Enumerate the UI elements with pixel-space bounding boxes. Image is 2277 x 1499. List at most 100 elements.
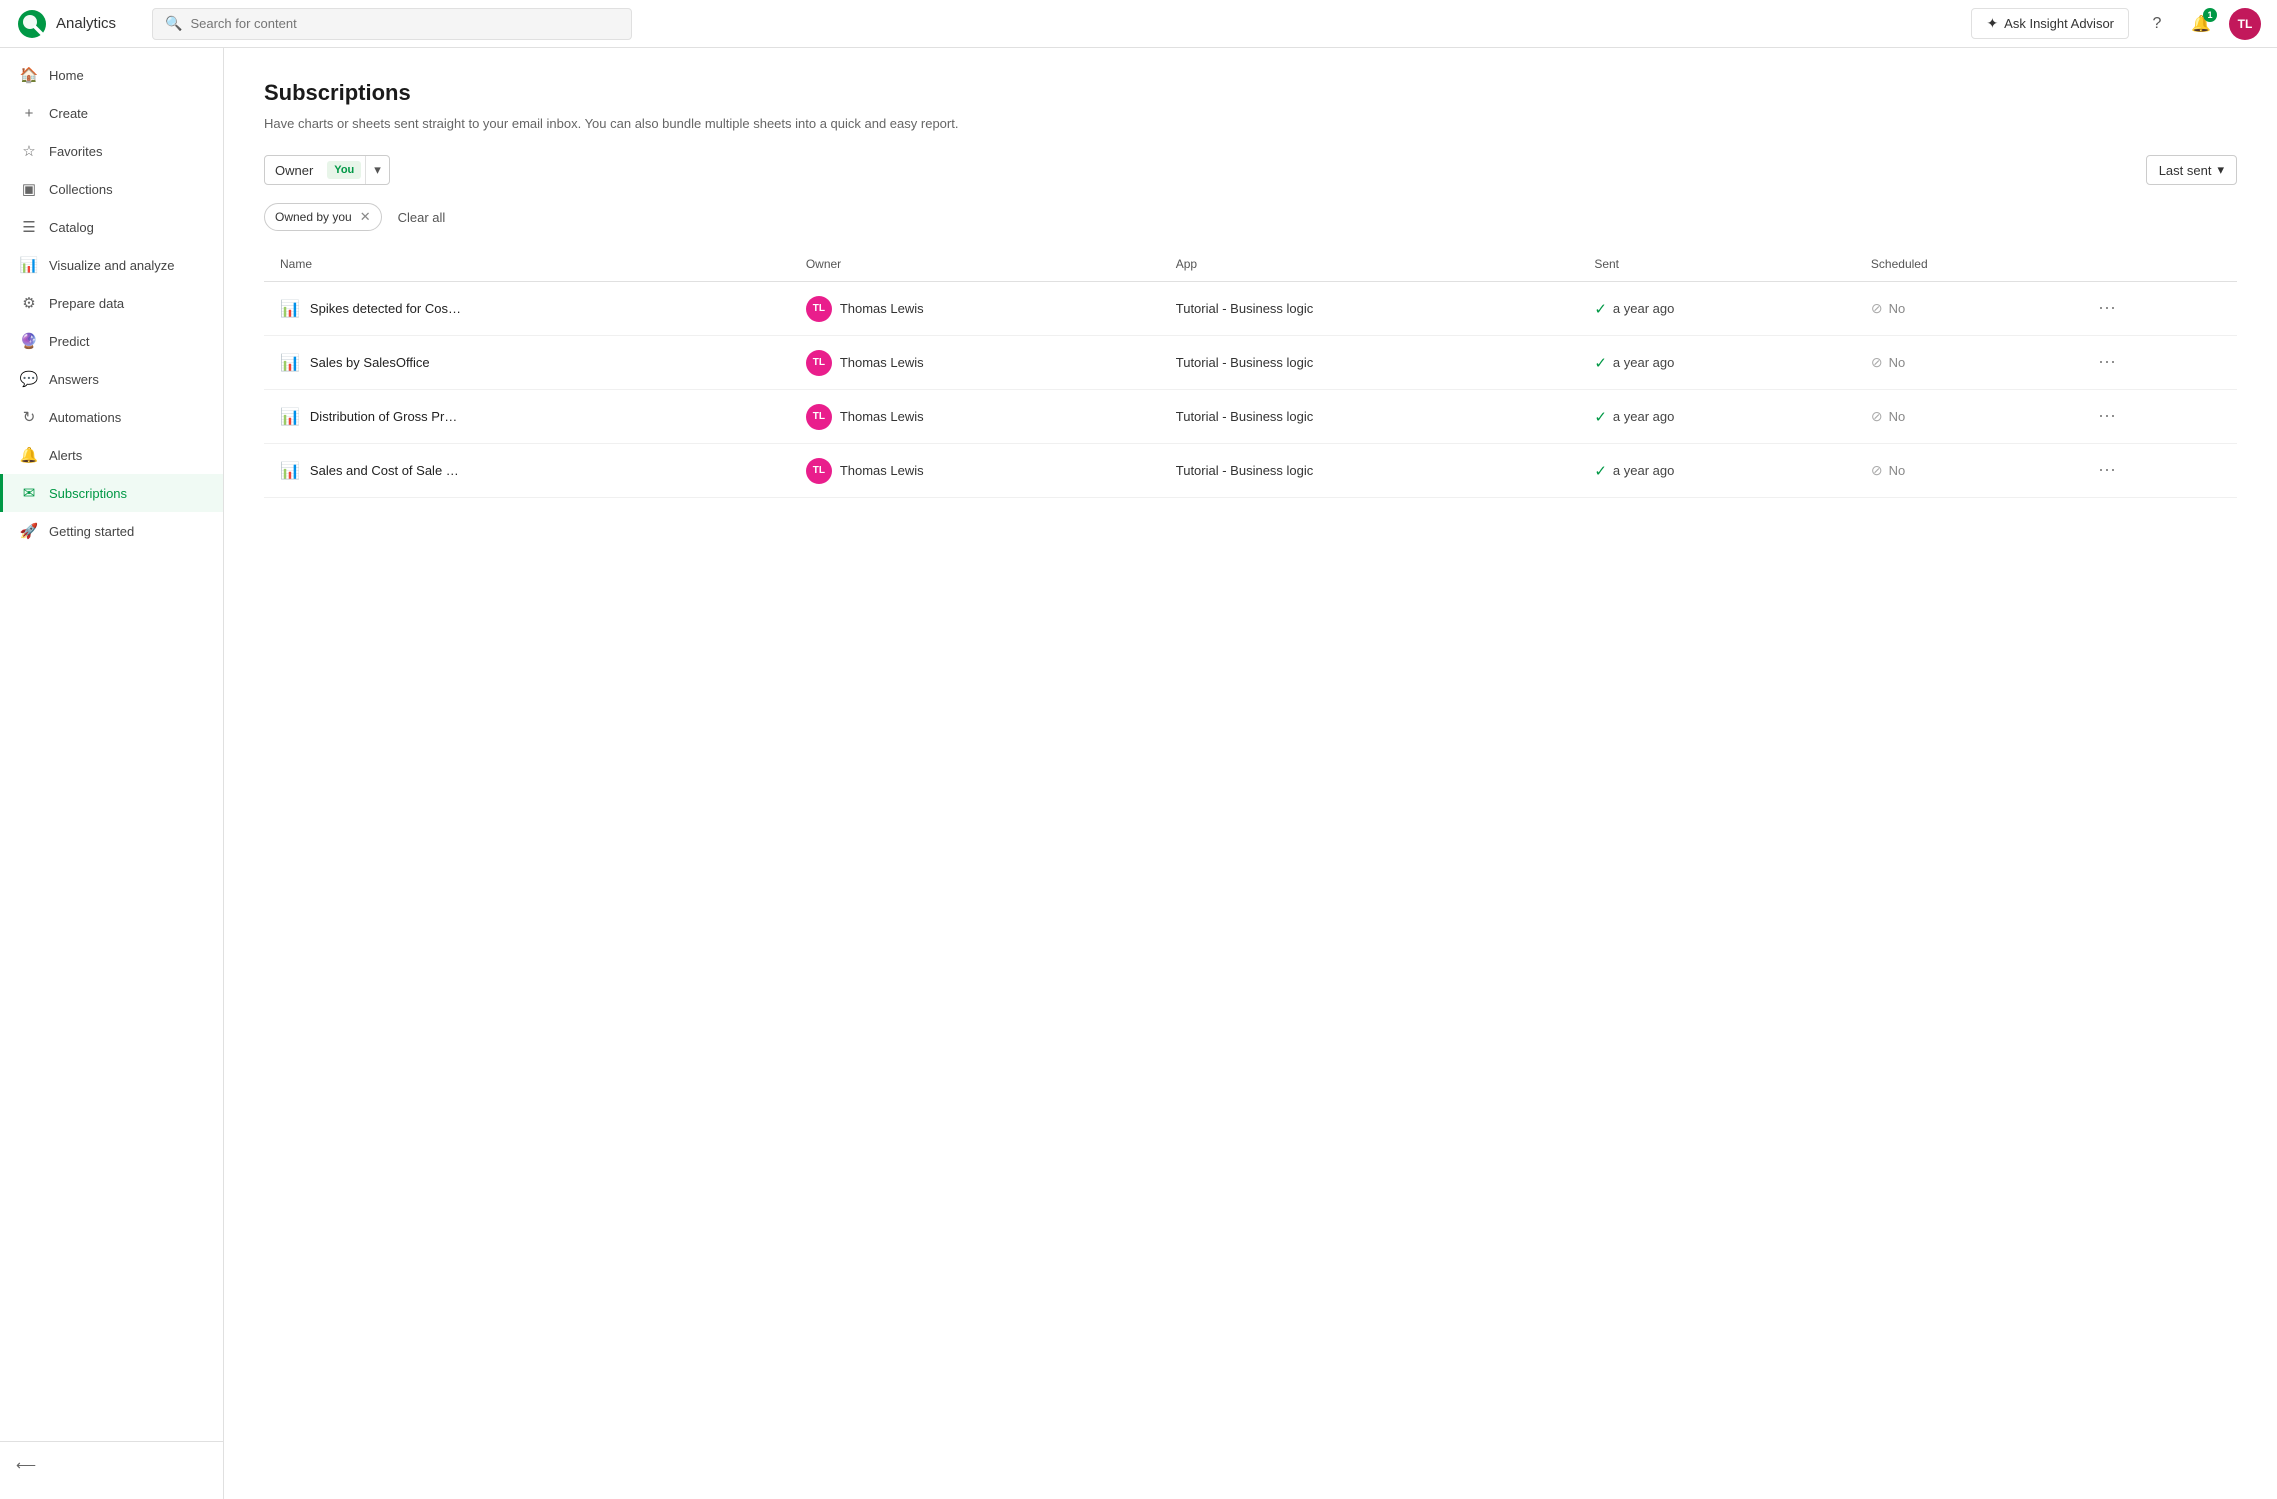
help-button[interactable]: ? [2141,8,2173,40]
user-avatar[interactable]: TL [2229,8,2261,40]
sidebar-item-create[interactable]: + Create [0,94,223,132]
page-title: Subscriptions [264,80,2237,106]
sidebar-divider [0,1441,223,1442]
sidebar-icon-create: + [19,103,39,123]
cell-name-3: 📊 Sales and Cost of Sale … [264,444,790,498]
sidebar-item-getting-started[interactable]: 🚀 Getting started [0,512,223,550]
cell-sent-1: ✓ a year ago [1578,336,1855,390]
sidebar-icon-home: 🏠 [19,65,39,85]
logo: Analytics [16,8,116,40]
sidebar-label-getting-started: Getting started [49,524,134,539]
cell-sent-2: ✓ a year ago [1578,390,1855,444]
sent-checkmark-3: ✓ [1594,462,1607,480]
owner-name-3: Thomas Lewis [840,463,924,478]
sidebar-item-predict[interactable]: 🔮 Predict [0,322,223,360]
cell-app-0: Tutorial - Business logic [1160,282,1579,336]
sidebar-label-create: Create [49,106,88,121]
table-body: 📊 Spikes detected for Cos… TL Thomas Lew… [264,282,2237,498]
owner-avatar-0: TL [806,296,832,322]
search-icon: 🔍 [165,15,182,32]
owner-name-1: Thomas Lewis [840,355,924,370]
clear-all-button[interactable]: Clear all [392,206,452,229]
table-row: 📊 Distribution of Gross Pr… TL Thomas Le… [264,390,2237,444]
cell-scheduled-1: ⊘ No [1855,336,2074,390]
insight-advisor-icon: ✦ [1986,15,1998,32]
sidebar-item-subscriptions[interactable]: ✉ Subscriptions [0,474,223,512]
subscription-name-3: Sales and Cost of Sale … [310,463,459,478]
active-filters: Owned by you ✕ Clear all [264,203,2237,231]
col-name: Name [264,247,790,282]
owner-dropdown-button[interactable]: ▾ [365,156,389,184]
owner-filter[interactable]: Owner You ▾ [264,155,390,185]
scheduled-icon-3: ⊘ [1871,462,1883,479]
owned-by-you-chip[interactable]: Owned by you ✕ [264,203,382,231]
sent-checkmark-1: ✓ [1594,354,1607,372]
subscription-icon-1: 📊 [280,353,300,373]
help-icon: ? [2153,15,2162,33]
table-row: 📊 Sales and Cost of Sale … TL Thomas Lew… [264,444,2237,498]
cell-app-3: Tutorial - Business logic [1160,444,1579,498]
search-input[interactable] [190,16,619,31]
subscription-icon-3: 📊 [280,461,300,481]
sidebar-label-predict: Predict [49,334,89,349]
cell-name-1: 📊 Sales by SalesOffice [264,336,790,390]
col-owner: Owner [790,247,1160,282]
table-row: 📊 Spikes detected for Cos… TL Thomas Lew… [264,282,2237,336]
sent-time-0: a year ago [1613,301,1674,316]
owner-avatar-1: TL [806,350,832,376]
cell-name-0: 📊 Spikes detected for Cos… [264,282,790,336]
col-sent: Sent [1578,247,1855,282]
sidebar-icon-subscriptions: ✉ [19,483,39,503]
sidebar-item-collections[interactable]: ▣ Collections [0,170,223,208]
scheduled-value-3: No [1889,463,1906,478]
cell-actions-3: ⋯ [2074,444,2237,498]
sidebar-item-catalog[interactable]: ☰ Catalog [0,208,223,246]
sidebar-item-prepare[interactable]: ⚙ Prepare data [0,284,223,322]
notifications-button[interactable]: 🔔 1 [2185,8,2217,40]
owner-name-0: Thomas Lewis [840,301,924,316]
owner-avatar-3: TL [806,458,832,484]
remove-filter-icon[interactable]: ✕ [360,209,371,225]
cell-actions-1: ⋯ [2074,336,2237,390]
scheduled-value-1: No [1889,355,1906,370]
sort-icon: ▾ [2217,162,2224,178]
collapse-button[interactable]: ⟵ [0,1448,223,1483]
subscriptions-table: Name Owner App Sent Scheduled 📊 Spikes d… [264,247,2237,498]
scheduled-value-0: No [1889,301,1906,316]
sent-checkmark-0: ✓ [1594,300,1607,318]
row-actions-button-0[interactable]: ⋯ [2090,294,2124,323]
sidebar-bottom: ⟵ [0,1427,223,1499]
col-actions [2074,247,2237,282]
sidebar-item-automations[interactable]: ↻ Automations [0,398,223,436]
row-actions-button-1[interactable]: ⋯ [2090,348,2124,377]
sidebar-label-prepare: Prepare data [49,296,124,311]
sidebar-nav: 🏠 Home + Create ☆ Favorites ▣ Collection… [0,48,223,1427]
scheduled-value-2: No [1889,409,1906,424]
subscription-icon-0: 📊 [280,299,300,319]
filter-left: Owner You ▾ [264,155,390,185]
owned-by-you-label: Owned by you [275,210,352,224]
sidebar-item-answers[interactable]: 💬 Answers [0,360,223,398]
sent-time-1: a year ago [1613,355,1674,370]
insight-advisor-button[interactable]: ✦ Ask Insight Advisor [1971,8,2129,39]
row-actions-button-2[interactable]: ⋯ [2090,402,2124,431]
sidebar-item-visualize[interactable]: 📊 Visualize and analyze [0,246,223,284]
sidebar-item-home[interactable]: 🏠 Home [0,56,223,94]
cell-actions-2: ⋯ [2074,390,2237,444]
sidebar-item-alerts[interactable]: 🔔 Alerts [0,436,223,474]
scheduled-icon-2: ⊘ [1871,408,1883,425]
sort-button[interactable]: Last sent ▾ [2146,155,2237,185]
sidebar-item-favorites[interactable]: ☆ Favorites [0,132,223,170]
main-content: Subscriptions Have charts or sheets sent… [224,0,2277,1499]
subscription-name-2: Distribution of Gross Pr… [310,409,457,424]
row-actions-button-3[interactable]: ⋯ [2090,456,2124,485]
cell-owner-0: TL Thomas Lewis [790,282,1160,336]
notification-badge: 1 [2203,8,2217,22]
cell-name-2: 📊 Distribution of Gross Pr… [264,390,790,444]
sent-time-3: a year ago [1613,463,1674,478]
sidebar-icon-predict: 🔮 [19,331,39,351]
sidebar-label-collections: Collections [49,182,113,197]
search-bar[interactable]: 🔍 [152,8,632,40]
cell-scheduled-0: ⊘ No [1855,282,2074,336]
header-row: Name Owner App Sent Scheduled [264,247,2237,282]
